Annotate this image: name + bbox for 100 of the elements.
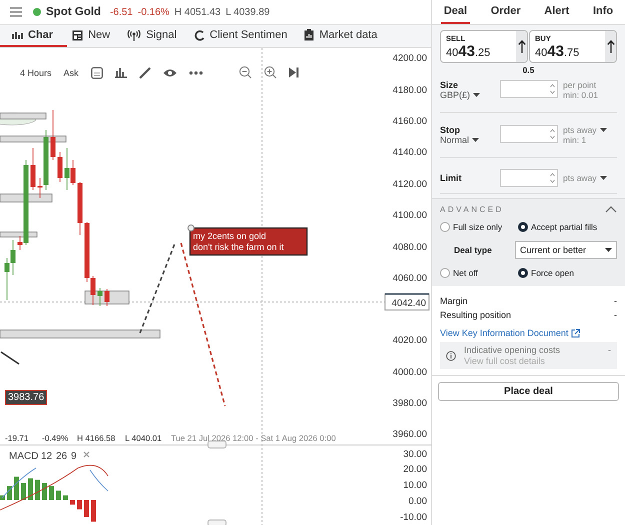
summary-value: - [614,310,617,320]
histogram-bar [77,500,82,510]
price-type-selector[interactable]: Ask [64,68,79,78]
size-input[interactable] [500,80,558,98]
spread-value: 0.5 [522,65,534,75]
current-price: 4042.40 [392,298,426,309]
radio-option[interactable]: Force open [518,268,574,278]
pane-resize-handle[interactable] [208,520,226,525]
deal-type-dropdown[interactable]: Current or better [515,241,617,259]
spinner-icon[interactable] [550,128,555,140]
summary-value: - [614,296,617,306]
caret-icon [473,93,480,97]
bar-chart-icon[interactable] [114,67,127,78]
price-zone [0,232,38,238]
histogram-bar [28,478,33,500]
chart-tab[interactable]: Client Sentimen [190,25,300,47]
pane-resize-handle[interactable] [208,440,226,448]
deal-tab[interactable]: Order [488,0,524,24]
candlestick [50,110,56,160]
axis-label: 4120.00 [392,179,427,190]
chart-tab[interactable]: Char [0,25,68,47]
limit-input[interactable] [500,169,558,187]
menu-icon[interactable] [10,7,22,17]
deal-tab[interactable]: Deal [440,0,470,24]
field-label: Deal type [454,245,492,255]
radio-option[interactable]: Accept partial fills [518,222,598,232]
current-price-box [384,294,430,310]
histogram-bar [91,500,96,522]
chart-tab[interactable]: New [69,25,122,47]
histogram-bar [49,486,54,500]
deal-tab[interactable]: Info [590,0,616,24]
radio-button[interactable] [518,268,528,278]
pencil-icon[interactable] [138,66,151,78]
zoom-out-icon[interactable] [238,66,252,79]
option-label: Accept partial fills [531,222,598,232]
interval-selector[interactable]: 4 Hours [20,68,52,78]
low-price: L 4039.89 [226,6,270,18]
spinner-icon[interactable] [550,83,555,95]
caret-icon [600,176,607,180]
axis-label: 4000.00 [392,367,427,378]
minimum-hint: min: 1 [563,135,588,145]
place-deal-button[interactable]: Place deal [438,382,619,401]
radio-button[interactable] [518,222,528,232]
currency-dropdown[interactable]: GBP(£) [440,90,470,100]
zoom-in-icon[interactable] [264,66,277,79]
minimum-hint: min: 0.01 [563,90,598,100]
skip-to-end-icon[interactable] [288,67,299,78]
axis-label: 20.00 [403,464,427,475]
candlestick [58,152,62,182]
annotation-text: don't risk the farm on it [193,242,284,252]
chart-tab[interactable]: Market data [301,25,390,47]
price-label: 3983.76 [5,390,48,405]
histogram-bar [0,495,5,500]
period-high: H 4166.58 [77,433,116,443]
histogram-bar [70,500,75,505]
candlestick [30,148,36,190]
spinner-icon[interactable] [550,172,555,184]
histogram-bar [63,495,68,500]
axis-label: 4060.00 [392,273,427,284]
indicator-parameter: 26 [56,451,68,462]
option-label: Full size only [453,222,502,232]
bar-chart-icon [12,30,23,40]
price-change: -6.51 [110,6,133,18]
axis-label: 4080.00 [392,242,427,253]
axis-label: 30.00 [403,449,427,460]
annotation-text: my 2cents on gold [193,231,266,241]
histogram-bar [56,490,61,500]
axis-label: 3960.00 [392,429,427,440]
refresh-icon [194,30,205,40]
section-title: ADVANCED [440,205,504,214]
eye-icon[interactable] [162,68,177,78]
stop-type-dropdown[interactable]: Normal [440,135,470,145]
stop-input[interactable] [500,125,558,143]
chart-tab[interactable]: Signal [124,25,189,47]
option-label: Force open [531,268,574,278]
up-arrow-icon [606,40,614,53]
radio-button[interactable] [440,268,450,278]
axis-label: 4200.00 [392,53,427,64]
radio-button[interactable] [440,222,450,232]
axis-label: 4160.00 [392,116,427,127]
deal-tab[interactable]: Alert [541,0,572,24]
newspaper-icon [72,30,84,40]
field-label: Size [440,80,460,90]
remove-indicator-icon[interactable] [83,451,90,458]
anchor-handle[interactable] [188,224,194,232]
calendar-icon[interactable] [90,66,103,78]
document-link[interactable]: View Key Information Document [440,328,568,338]
more-icon[interactable] [188,70,203,74]
price-zone [0,194,52,202]
axis-label: -10.00 [400,512,427,523]
macd-line [2,468,36,498]
field-hint: per point [563,80,598,90]
radio-option[interactable]: Net off [440,268,506,278]
radio-option[interactable]: Full size only [440,222,506,232]
costs-value: - [608,345,611,355]
macd-line [90,470,108,492]
period-change-percent: -0.49% [42,433,68,443]
price-zone [0,112,46,120]
histogram-bar [14,476,19,500]
chevron-icon[interactable] [605,206,617,213]
